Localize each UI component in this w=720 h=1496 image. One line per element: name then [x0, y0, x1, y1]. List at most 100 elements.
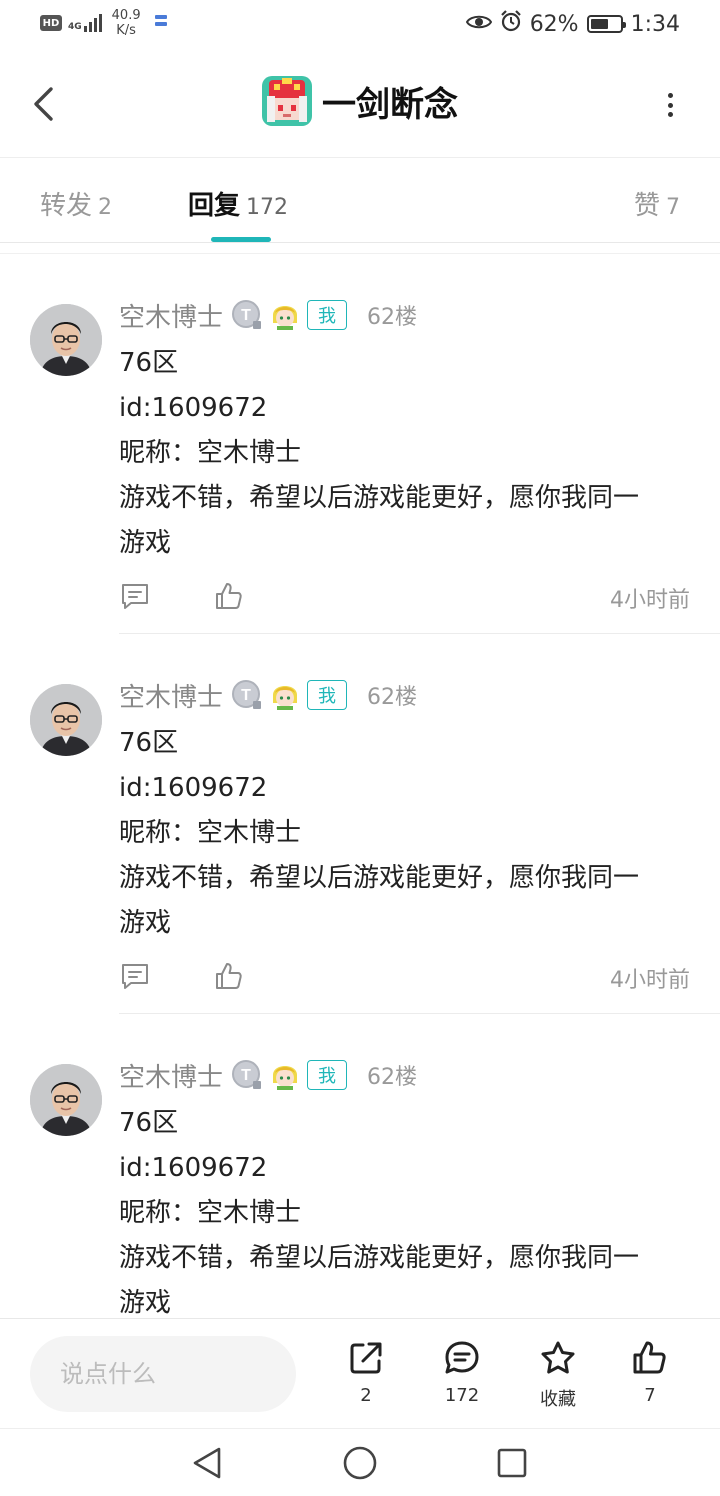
character-badge-icon [269, 679, 301, 711]
reply-content-line: 游戏不错，希望以后游戏能更好，愿你我同一 [119, 863, 640, 893]
like-button[interactable] [213, 960, 247, 994]
comment-input[interactable] [30, 1336, 296, 1412]
reply-content-line: 昵称：空木博士 [119, 438, 302, 468]
tab-like[interactable]: 赞7 [634, 185, 680, 222]
reply-content: 76区 id:1609672 昵称：空木博士游戏不错，希望以后游戏能更好，愿你我同一… [119, 1101, 690, 1318]
app-header: 一剑断念 [0, 50, 720, 158]
reply-time: 4小时前 [610, 588, 690, 613]
reply-actions: 4小时前 [119, 580, 690, 616]
reply-content-line: id:1609672 [119, 1153, 268, 1183]
reply-content: 76区 id:1609672 昵称：空木博士 游戏不错，希望以后游戏能更好，愿你我同一… [119, 721, 690, 946]
reply-item: 空木博士 T 我 62楼 76区 id:1609672 昵称：空木博士游戏不错，希望… [0, 1014, 720, 1318]
nav-back-button[interactable] [190, 1445, 224, 1481]
system-nav-bar [0, 1428, 720, 1496]
reply-content: 76区 id:1609672 昵称：空木博士 游戏不错，希望以后游戏能更好，愿你我同一… [119, 341, 690, 566]
triangle-back-icon [193, 1447, 221, 1479]
character-badge-icon [269, 1059, 301, 1091]
reply-content-line: id:1609672 [119, 773, 268, 803]
page-title: 一剑断念 [322, 84, 458, 125]
reply-content-line: 昵称：空木博士 [119, 818, 302, 848]
reply-content-line: 昵称：空木博士 [119, 1198, 302, 1228]
more-options-button[interactable] [660, 90, 680, 120]
tab-like-count: 7 [666, 195, 680, 220]
floor-number: 62楼 [367, 1065, 418, 1090]
tab-like-label: 赞 [633, 191, 660, 221]
signal-icon [83, 14, 102, 32]
reply-meta: 空木博士 T 我 62楼 [119, 677, 690, 714]
like-post-button[interactable]: 7 [610, 1339, 690, 1419]
username[interactable]: 空木博士 [119, 297, 223, 334]
star-icon [541, 1341, 575, 1374]
nav-recents-button[interactable] [496, 1447, 528, 1479]
status-bar-right: 62% 1:34 [465, 10, 680, 38]
reply-content-line: 76区 [119, 348, 179, 378]
square-recents-icon [497, 1448, 527, 1478]
reply-content-line: id:1609672 [119, 393, 268, 423]
reply-content-line: 76区 [119, 1108, 179, 1138]
network-indicator: 4G [68, 14, 102, 32]
network-type: 4G [68, 22, 82, 32]
favorite-button[interactable]: 收藏 [518, 1339, 598, 1419]
network-speed: 40.9 K/s [112, 8, 141, 38]
active-tab-indicator [211, 237, 271, 242]
title-area: 一剑断念 [0, 76, 720, 126]
avatar[interactable] [30, 1064, 102, 1136]
chat-bubble-icon [445, 1341, 479, 1374]
avatar[interactable] [30, 684, 102, 756]
me-tag: 我 [307, 300, 348, 330]
me-tag: 我 [307, 680, 348, 710]
game-logo-icon[interactable] [262, 76, 312, 126]
battery-percent: 62% [529, 11, 579, 37]
username[interactable]: 空木博士 [119, 677, 223, 714]
tab-repost-label: 转发 [40, 191, 93, 221]
me-tag: 我 [307, 1060, 348, 1090]
like-button[interactable] [213, 580, 247, 614]
username[interactable]: 空木博士 [119, 1057, 223, 1094]
reply-meta: 空木博士 T 我 62楼 [119, 297, 690, 334]
tab-repost[interactable]: 转发 2 [40, 185, 112, 222]
reply-item: 空木博士 T 我 62楼 76区 id:1609672 昵称：空木博士 游戏不错，希望… [0, 634, 720, 1014]
tab-bar: 转发 2 回复 172 赞7 [0, 159, 720, 243]
level-badge-icon: T [231, 679, 263, 711]
reply-content-line: 游戏 [119, 1288, 172, 1318]
reply-body: 空木博士 T 我 62楼 76区 id:1609672 昵称：空木博士 游戏不错，希望… [119, 678, 690, 946]
character-badge-icon [269, 299, 301, 331]
bottom-action-bar: 2 172 收藏 7 [0, 1318, 720, 1428]
svg-text:T: T [241, 1067, 251, 1084]
share-count: 2 [360, 1385, 372, 1406]
thumbs-up-icon [216, 963, 242, 989]
network-speed-unit: K/s [116, 23, 136, 38]
tab-repost-count: 2 [98, 195, 113, 220]
level-badge-icon: T [231, 299, 263, 331]
reply-meta: 空木博士 T 我 62楼 [119, 1057, 690, 1094]
notification-app-icon [153, 13, 169, 33]
reply-body: 空木博士 T 我 62楼 76区 id:1609672 昵称：空木博士游戏不错，希望… [119, 1058, 690, 1318]
battery-fill [590, 19, 608, 29]
level-badge-icon: T [231, 1059, 263, 1091]
alarm-icon [500, 10, 522, 38]
reply-content-line: 游戏 [119, 528, 172, 558]
reply-content-line: 游戏 [119, 908, 172, 938]
thumbs-up-icon [633, 1341, 666, 1374]
circle-home-icon [343, 1446, 377, 1480]
floor-number: 62楼 [367, 305, 418, 330]
battery-icon [586, 15, 626, 33]
nav-home-button[interactable] [342, 1445, 378, 1481]
reply-body: 空木博士 T 我 62楼 76区 id:1609672 昵称：空木博士 游戏不错，希望… [119, 298, 690, 566]
reply-list[interactable]: 空木博士 T 我 62楼 76区 id:1609672 昵称：空木博士 游戏不错，希望… [0, 254, 720, 1318]
avatar[interactable] [30, 304, 102, 376]
comment-button[interactable] [119, 580, 153, 614]
tab-reply[interactable]: 回复 172 [188, 185, 288, 222]
status-bar-left: HD 4G 40.9 K/s [40, 8, 169, 38]
reply-button[interactable]: 172 [422, 1339, 502, 1419]
status-bar: HD 4G 40.9 K/s 62% 1:34 [0, 0, 720, 50]
floor-number: 62楼 [367, 685, 418, 710]
reply-content-line: 游戏不错，希望以后游戏能更好，愿你我同一 [119, 1243, 640, 1273]
more-dots-icon [667, 93, 673, 98]
comment-icon [122, 584, 148, 609]
reply-time: 4小时前 [610, 968, 690, 993]
clock: 1:34 [630, 11, 680, 37]
comment-button[interactable] [119, 960, 153, 994]
thumbs-up-icon [216, 583, 242, 609]
share-button[interactable]: 2 [326, 1339, 406, 1419]
